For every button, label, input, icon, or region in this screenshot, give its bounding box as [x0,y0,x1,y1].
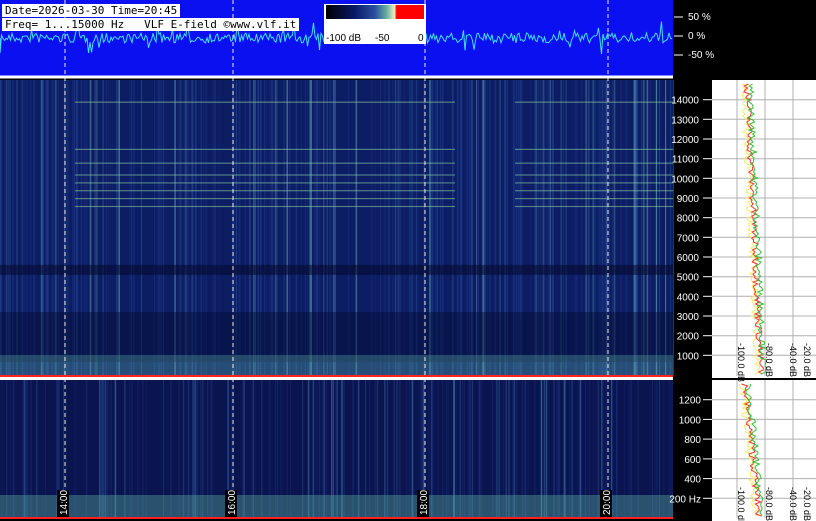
colorbar-tick-min: -100 dB [326,33,361,44]
transmitter-line [515,198,673,200]
profile-db-label: -100.0 dB [736,343,746,382]
freq-label: 7000 [677,233,700,244]
freq-label: 4000 [677,292,700,303]
time-label: 16:00 [225,490,238,517]
profile-db-label: -40.0 dB [788,343,798,377]
lower-frequency-axis: 200 Hz 400 600 800 1000 1200 [669,396,712,505]
transmitter-line [515,182,673,184]
low-freq-label: 600 [684,455,701,466]
low-freq-label: 200 Hz [669,494,701,505]
transmitter-line [75,198,455,200]
lower-haze [0,495,673,518]
transmitter-line [515,174,673,176]
time-label-text: 18:00 [419,490,430,515]
transmitter-line [515,101,673,103]
freq-label: 11000 [672,155,700,166]
freq-label: 13000 [671,115,699,126]
upper-profile-panel [712,80,816,378]
frequency-label: Freq= 1...15000 Hz VLF E-field ©www.vlf.… [2,18,300,31]
freq-label: 14000 [671,96,699,107]
main-frequency-axis: 1000 2000 3000 4000 5000 6000 7000 8000 9000 1000… [671,96,712,362]
lower-profile-panel [712,380,816,521]
transmitter-line [75,162,455,164]
low-freq-label: 400 [684,475,701,486]
transmitter-line [515,148,673,150]
colorbar-tick-mid: -50 [375,33,390,44]
dark-band [0,312,673,363]
profile-db-label: -100.0 dB [736,487,746,521]
freq-label: 1000 [677,351,700,362]
transmitter-line [75,182,455,184]
time-label-text: 16:00 [227,490,238,515]
profile-db-label: -80.0 dB [764,487,774,521]
profile-db-label: -20.0 dB [802,343,812,377]
transmitter-line [75,101,455,103]
low-frequency-haze [0,355,673,375]
low-freq-label: 1000 [679,415,702,426]
date-time-label: Date=2026-03-30 Time=20:45 [2,4,181,17]
time-label: 18:00 [417,490,430,517]
freq-label: 8000 [677,214,700,225]
freq-label: 3000 [677,312,700,323]
freq-label: 6000 [677,253,700,264]
freq-label: 12000 [671,135,699,146]
colorbar-tick-max: 0 [418,33,424,44]
freq-label: 5000 [677,273,700,284]
low-freq-label: 1200 [679,396,702,407]
percent-label-0: 0 % [688,31,705,42]
lower-spectrogram-texture [0,380,674,518]
time-label-text: 14:00 [59,490,70,515]
freq-label: 2000 [677,332,700,343]
vlf-spectrogram-display: Date=2026-03-30 Time=20:45 Freq= 1...150… [0,0,816,521]
transmitter-line [75,190,455,192]
freq-label: 10000 [671,174,699,185]
profile-db-label: -80.0 dB [764,343,774,377]
time-label-text: 20:00 [602,490,613,515]
transmitter-line [515,190,673,192]
time-label: 20:00 [600,490,613,517]
time-label: 14:00 [57,490,70,517]
dark-band [0,264,673,275]
transmitter-line [75,174,455,176]
panel-divider-middle [0,377,673,380]
colorbar-gradient [326,5,424,19]
transmitter-line [75,148,455,150]
freq-label: 9000 [677,194,700,205]
profile-db-label: -20.0 dB [802,487,812,521]
profile-db-label: -40.0 dB [788,487,798,521]
transmitter-line [515,205,673,208]
transmitter-line [75,205,455,208]
percent-label-minus-50: -50 % [688,50,714,61]
low-freq-label: 800 [684,435,701,446]
transmitter-line [515,162,673,164]
percent-label-50: 50 % [688,12,711,23]
